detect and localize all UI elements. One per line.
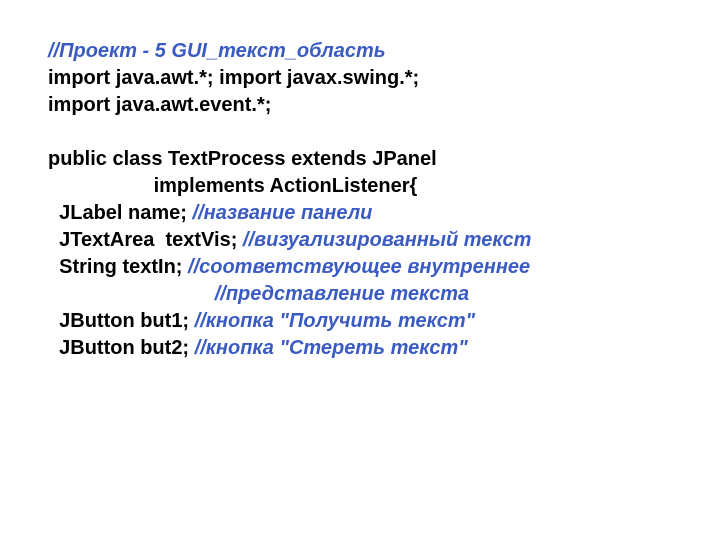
code-line: JLabel name; //название панели (48, 200, 672, 227)
code-line: JButton but1; //кнопка "Получить текст" (48, 308, 672, 335)
code-text: import java.awt.event.*; (48, 94, 271, 116)
comment-text: //название панели (193, 202, 373, 224)
code-line: public class TextProcess extends JPanel (48, 146, 672, 173)
code-line: //представление текста (48, 281, 672, 308)
code-text: JLabel name; (59, 202, 192, 224)
code-line: //Проект - 5 GUI_текст_область (48, 38, 672, 65)
code-text: String textIn; (59, 256, 188, 278)
code-block: //Проект - 5 GUI_текст_областьimport jav… (48, 38, 672, 362)
comment-text: //представление текста (215, 283, 469, 305)
code-text: JTextArea textVis; (59, 229, 243, 251)
code-line: String textIn; //соответствующее внутрен… (48, 254, 672, 281)
code-text: JButton but1; (59, 310, 195, 332)
code-text: implements ActionListener{ (154, 175, 418, 197)
comment-text: //соответствующее внутреннее (188, 256, 530, 278)
comment-text: //визуализированный текст (243, 229, 532, 251)
comment-text: //Проект - 5 GUI_текст_область (48, 40, 386, 62)
code-line: import java.awt.*; import javax.swing.*; (48, 65, 672, 92)
code-line: JButton but2; //кнопка "Стереть текст" (48, 335, 672, 362)
code-line: JTextArea textVis; //визуализированный т… (48, 227, 672, 254)
comment-text: //кнопка "Получить текст" (195, 310, 475, 332)
code-text: JButton but2; (59, 337, 195, 359)
comment-text: //кнопка "Стереть текст" (195, 337, 468, 359)
code-text: public class TextProcess extends JPanel (48, 148, 437, 170)
code-text: import java.awt.*; import javax.swing.*; (48, 67, 419, 89)
code-line: import java.awt.event.*; (48, 92, 672, 119)
code-line: implements ActionListener{ (48, 173, 672, 200)
blank-line (48, 119, 672, 146)
